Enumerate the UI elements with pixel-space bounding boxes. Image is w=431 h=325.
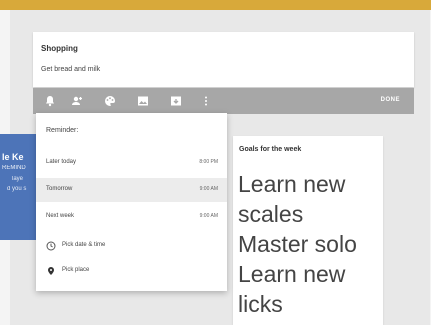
reminder-dropdown: Reminder: Later today 8:00 PM Tomorrow 9… xyxy=(36,113,227,291)
blue-note-line3: d you s xyxy=(7,186,27,192)
collaborator-icon[interactable] xyxy=(70,94,84,108)
reminder-option-label: Tomorrow xyxy=(46,186,73,192)
pick-date-time-label: Pick date & time xyxy=(62,242,106,248)
goals-note-body: Learn new scales Master solo Learn new l… xyxy=(238,171,357,317)
note-toolbar: DONE xyxy=(33,88,414,114)
reminder-menu-header: Reminder: xyxy=(46,127,79,134)
note-title[interactable]: Shopping xyxy=(41,44,78,53)
pick-date-time-option[interactable]: Pick date & time xyxy=(36,235,227,257)
reminder-option-next-week[interactable]: Next week 9:00 AM xyxy=(36,205,227,229)
goals-note-card[interactable]: Goals for the week Learn new scales Mast… xyxy=(233,136,383,325)
reminder-option-tomorrow[interactable]: Tomorrow 9:00 AM xyxy=(36,178,227,202)
color-palette-icon[interactable] xyxy=(103,94,117,108)
reminder-icon[interactable] xyxy=(43,94,57,108)
archive-icon[interactable] xyxy=(169,94,183,108)
reminder-option-time: 9:00 AM xyxy=(199,213,218,219)
app-top-bar xyxy=(0,0,431,10)
pick-place-option[interactable]: Pick place xyxy=(36,260,227,282)
pick-place-label: Pick place xyxy=(62,267,90,273)
note-body[interactable]: Get bread and milk xyxy=(41,66,100,73)
reminder-option-label: Next week xyxy=(46,213,75,219)
more-icon[interactable] xyxy=(199,94,213,108)
blue-note-line1: REMIND xyxy=(2,165,26,171)
reminder-option-label: Later today xyxy=(46,159,77,165)
reminder-option-time: 8:00 PM xyxy=(199,159,218,165)
blue-note-line2: laye xyxy=(12,176,24,182)
reminder-option-later-today[interactable]: Later today 8:00 PM xyxy=(36,151,227,175)
image-icon[interactable] xyxy=(136,94,150,108)
goals-note-title: Goals for the week xyxy=(239,146,302,153)
location-pin-icon xyxy=(46,266,56,276)
reminder-option-time: 9:00 AM xyxy=(199,186,218,192)
blue-note-title: le Ke xyxy=(2,152,24,162)
done-button[interactable]: DONE xyxy=(381,97,400,103)
shopping-note-card[interactable]: Shopping Get bread and milk xyxy=(33,32,414,87)
clock-icon xyxy=(46,241,56,251)
